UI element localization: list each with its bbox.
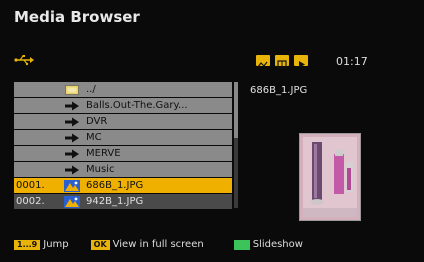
jump-key: 1...9: [14, 239, 41, 250]
page-title: Media Browser: [14, 8, 140, 26]
item-label: MC: [86, 132, 102, 143]
list-item[interactable]: DVR: [14, 114, 232, 129]
slideshow-label[interactable]: Slideshow: [253, 239, 303, 250]
item-label: DVR: [86, 116, 108, 127]
item-number: 0001.: [16, 180, 45, 191]
item-label: Balls.Out-The.Gary...: [86, 100, 188, 111]
item-label: MERVE: [86, 148, 121, 159]
jump-label[interactable]: Jump: [43, 239, 68, 250]
arrow-icon: [58, 149, 86, 159]
footer-bar: 1...9 Jump OK View in full screen Slides…: [14, 239, 303, 250]
list-item[interactable]: MERVE: [14, 146, 232, 161]
arrow-icon: [58, 117, 86, 127]
arrow-icon: [58, 133, 86, 143]
photo-mode-icon[interactable]: [256, 55, 270, 68]
preview-filename: 686B_1.JPG: [250, 85, 308, 96]
arrow-icon: [58, 165, 86, 175]
file-list: ../ Balls.Out-The.Gary... DVR MC MERVE Music 0…: [14, 82, 232, 210]
scroll-thumb[interactable]: [234, 82, 238, 138]
preview-thumbnail: [299, 133, 361, 221]
video-mode-icon[interactable]: [294, 55, 308, 68]
arrow-icon: [58, 101, 86, 111]
list-item[interactable]: Music: [14, 162, 232, 177]
list-item[interactable]: Balls.Out-The.Gary...: [14, 98, 232, 113]
mode-icons: [256, 55, 308, 69]
item-label: 942B_1.JPG: [86, 196, 144, 207]
usb-icon: [14, 55, 34, 66]
list-item[interactable]: 0001. 686B_1.JPG: [14, 178, 232, 193]
ok-key: OK: [90, 239, 110, 250]
item-label: ../: [86, 84, 96, 95]
item-label: Music: [86, 164, 115, 175]
list-item[interactable]: MC: [14, 130, 232, 145]
item-number: 0002.: [16, 196, 45, 207]
item-label: 686B_1.JPG: [86, 180, 144, 191]
list-scrollbar[interactable]: [234, 82, 238, 208]
green-key: [233, 239, 250, 250]
ok-label[interactable]: View in full screen: [113, 239, 204, 250]
music-mode-icon[interactable]: [275, 55, 289, 69]
image-icon: [58, 179, 86, 192]
folder-icon: [58, 84, 86, 95]
list-item[interactable]: 0002. 942B_1.JPG: [14, 194, 232, 209]
image-icon: [58, 195, 86, 208]
list-item[interactable]: ../: [14, 82, 232, 97]
clock: 01:17: [336, 55, 368, 68]
